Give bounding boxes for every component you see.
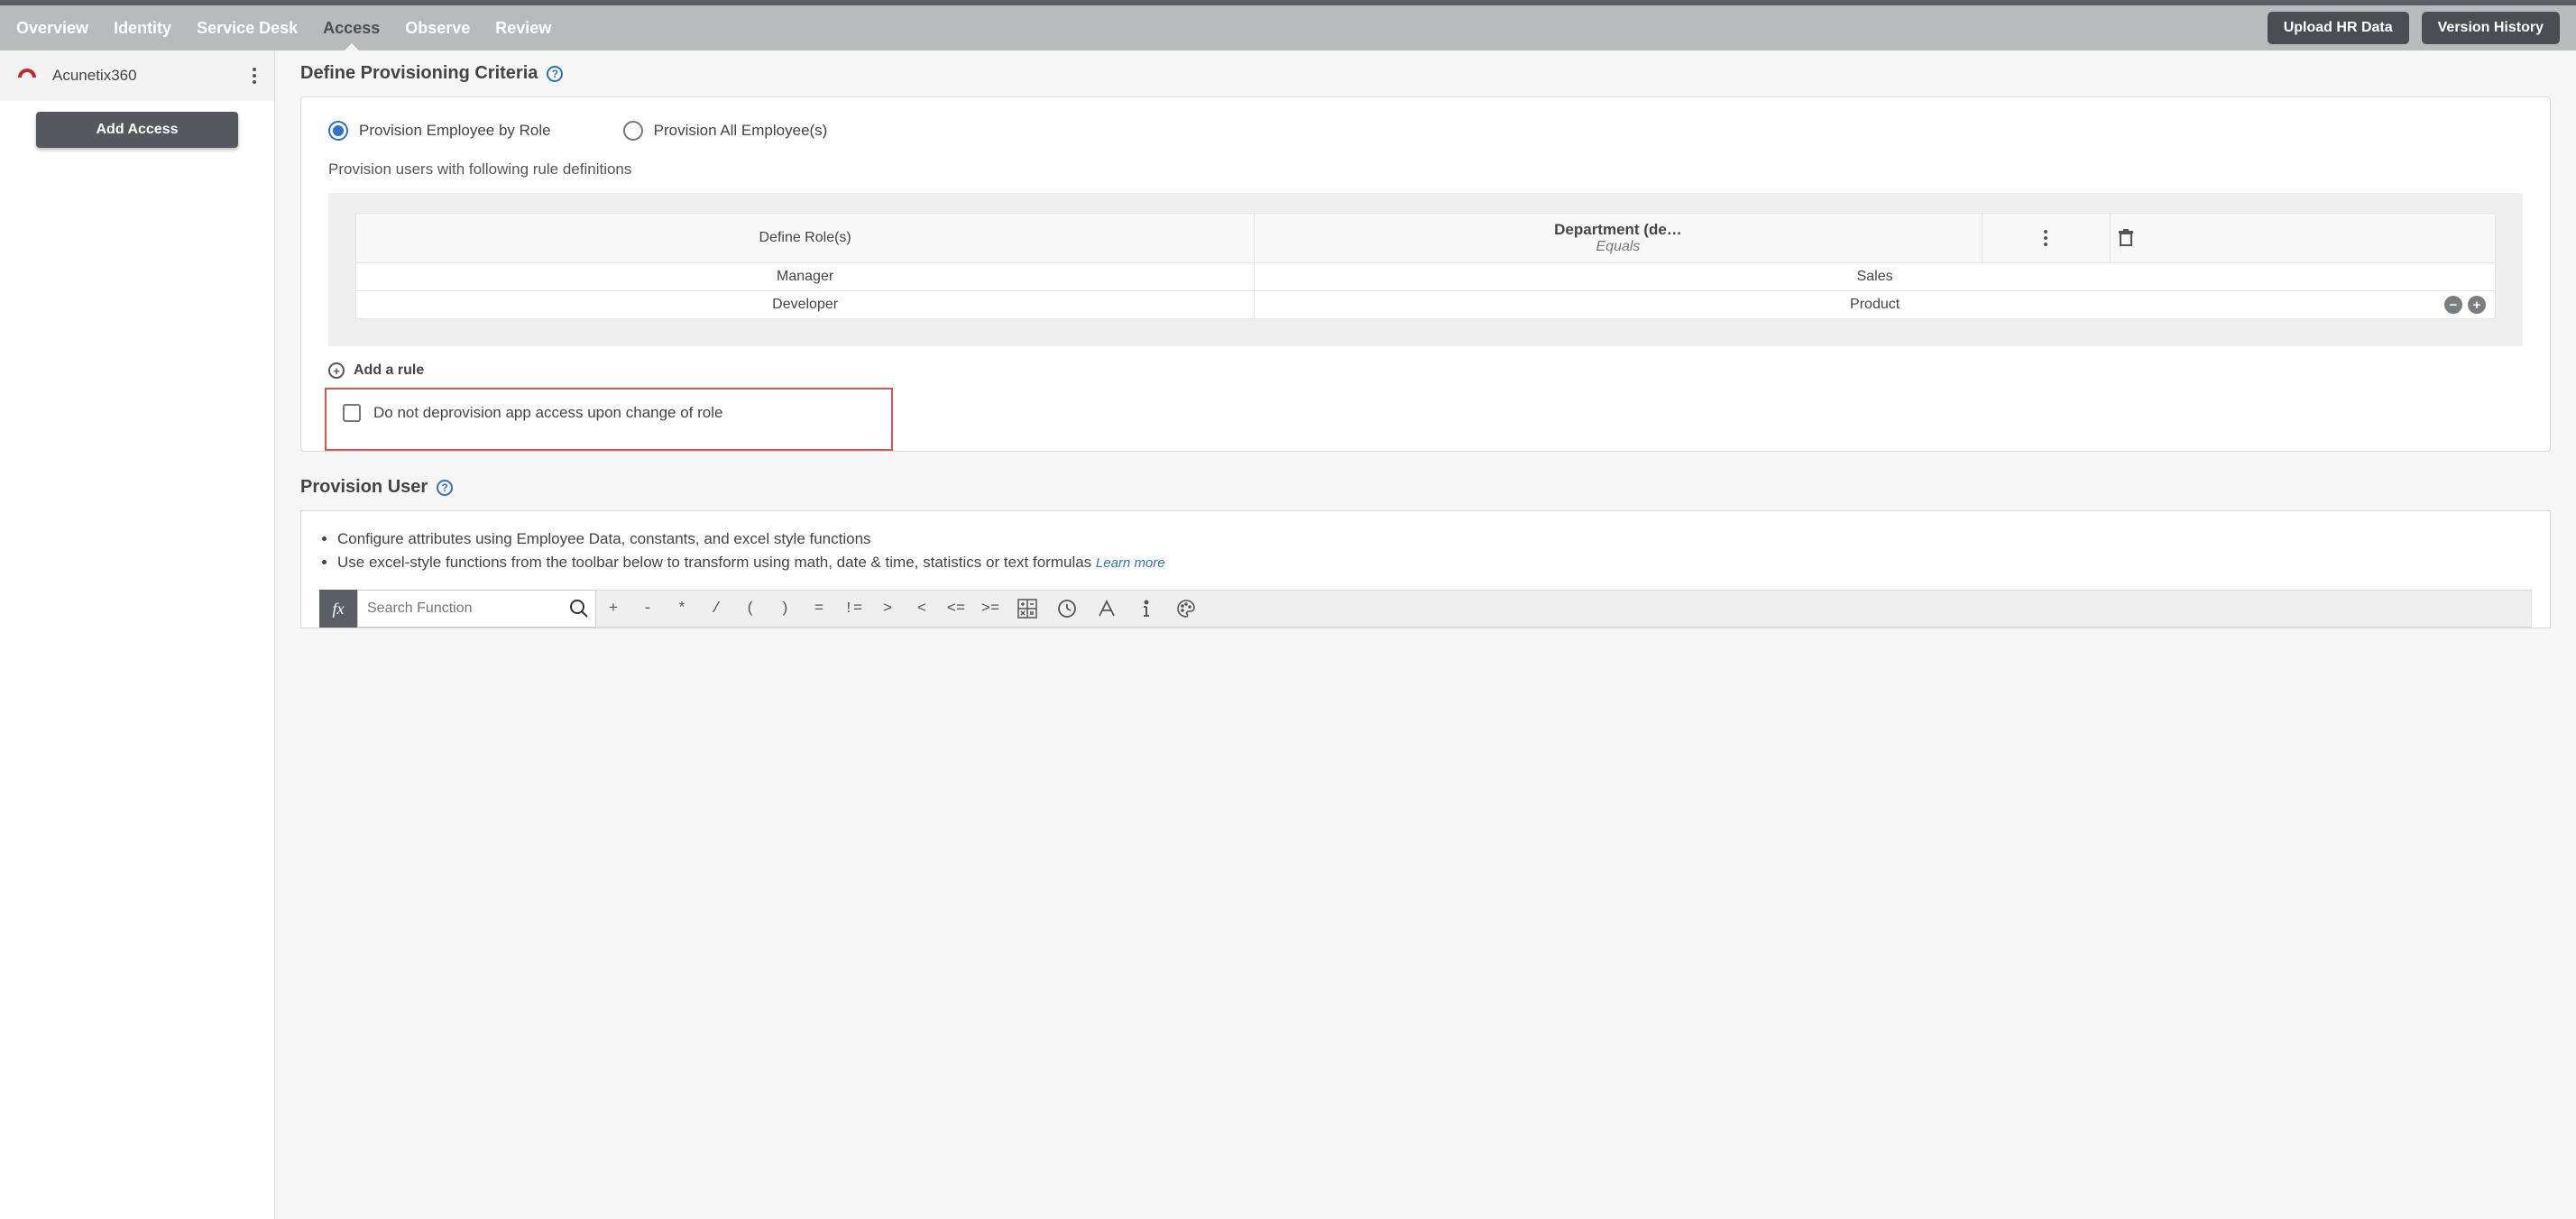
section-criteria-title: Define Provisioning Criteria <box>300 63 538 84</box>
rule-table: Define Role(s) Department (de… Equals <box>355 213 2496 319</box>
rule-block: Define Role(s) Department (de… Equals <box>328 193 2523 346</box>
nav-tabs: Overview Identity Service Desk Access Ob… <box>16 5 551 50</box>
rule-cell-role[interactable]: Manager <box>356 263 1255 291</box>
search-icon[interactable] <box>563 599 595 619</box>
deprovision-checkbox-label: Do not deprovision app access upon chang… <box>373 404 722 422</box>
clock-icon[interactable] <box>1047 598 1087 619</box>
op-gt[interactable]: > <box>870 600 905 618</box>
op-plus[interactable]: + <box>596 600 630 618</box>
operator-row: + - * / ( ) = != > < <= >= <box>596 590 2532 628</box>
provision-bullet-2-text: Use excel-style functions from the toolb… <box>337 554 1096 571</box>
op-equals[interactable]: = <box>802 600 836 618</box>
op-multiply[interactable]: * <box>665 600 699 618</box>
op-divide[interactable]: / <box>699 600 733 618</box>
provision-mode-radios: Provision Employee by Role Provision All… <box>328 121 2523 141</box>
rule-row-actions: − + <box>2444 296 2486 314</box>
column-menu-icon[interactable] <box>1990 226 2102 250</box>
rule-cell-cond-text: Product <box>1850 297 1900 312</box>
section-criteria-header: Define Provisioning Criteria ? <box>300 63 2551 84</box>
provision-instructions: Configure attributes using Employee Data… <box>319 527 2532 573</box>
nav-tab-service-desk[interactable]: Service Desk <box>197 5 298 50</box>
provision-help-icon[interactable]: ? <box>437 480 453 496</box>
rule-cell-cond[interactable]: Sales <box>1255 263 2496 291</box>
rule-cell-role[interactable]: Developer <box>356 291 1255 319</box>
provision-panel: Configure attributes using Employee Data… <box>300 510 2551 628</box>
op-gte[interactable]: >= <box>973 600 1007 618</box>
learn-more-link[interactable]: Learn more <box>1096 555 1165 571</box>
fx-toolbar: fx + - * / ( ) <box>319 590 2532 628</box>
section-provision-header: Provision User ? <box>300 477 2551 498</box>
plus-circle-icon: + <box>328 362 345 379</box>
sidebar-app-name: Acunetix360 <box>52 67 236 85</box>
nav-tab-identity[interactable]: Identity <box>114 5 171 50</box>
radio-checked-icon <box>328 121 348 141</box>
op-paren-open[interactable]: ( <box>733 600 768 618</box>
rule-col-role: Define Role(s) <box>356 214 1255 263</box>
radio-provision-by-role[interactable]: Provision Employee by Role <box>328 121 551 141</box>
nav-tab-review[interactable]: Review <box>495 5 551 50</box>
palette-icon[interactable] <box>1166 598 1206 619</box>
section-provision-title: Provision User <box>300 477 428 498</box>
content-area: Define Provisioning Criteria ? Provision… <box>275 50 2576 1219</box>
rule-col-condition-op: Equals <box>1262 239 1973 255</box>
rule-col-condition[interactable]: Department (de… Equals <box>1255 214 1982 263</box>
main-nav: Overview Identity Service Desk Access Ob… <box>0 5 2576 50</box>
add-rule-button[interactable]: + Add a rule <box>328 362 2523 379</box>
checkbox-unchecked-icon[interactable] <box>343 404 361 422</box>
deprovision-checkbox-row[interactable]: Do not deprovision app access upon chang… <box>325 388 893 451</box>
op-lt[interactable]: < <box>905 600 939 618</box>
main-layout: Acunetix360 Add Access Define Provisioni… <box>0 50 2576 1219</box>
info-icon[interactable] <box>1127 598 1166 619</box>
fx-search-wrap <box>357 590 596 628</box>
fx-icon: fx <box>319 590 357 628</box>
add-access-button[interactable]: Add Access <box>36 112 238 148</box>
radio-provision-all[interactable]: Provision All Employee(s) <box>623 121 828 141</box>
rule-col-delete[interactable] <box>2111 214 2496 263</box>
rule-cell-cond[interactable]: Product − + <box>1255 291 2496 319</box>
upload-hr-data-button[interactable]: Upload HR Data <box>2268 12 2409 44</box>
sidebar-app-row[interactable]: Acunetix360 <box>0 50 274 101</box>
provision-bullet-2: Use excel-style functions from the toolb… <box>337 551 2532 574</box>
criteria-panel: Provision Employee by Role Provision All… <box>300 96 2551 452</box>
sidebar-app-menu-icon[interactable] <box>249 64 260 87</box>
nav-tab-access[interactable]: Access <box>323 5 380 50</box>
nav-tab-overview[interactable]: Overview <box>16 5 88 50</box>
sidebar: Acunetix360 Add Access <box>0 50 275 1219</box>
radio-label-all: Provision All Employee(s) <box>654 122 828 140</box>
criteria-help-icon[interactable]: ? <box>547 66 563 82</box>
op-minus[interactable]: - <box>630 600 665 618</box>
op-lte[interactable]: <= <box>939 600 973 618</box>
op-not-equals[interactable]: != <box>836 600 870 618</box>
acunetix-logo-icon <box>14 63 40 88</box>
provision-bullet-1: Configure attributes using Employee Data… <box>337 527 2532 551</box>
rule-row[interactable]: Developer Product − + <box>356 291 2496 319</box>
version-history-button[interactable]: Version History <box>2422 12 2560 44</box>
radio-unchecked-icon <box>623 121 643 141</box>
function-search-input[interactable] <box>358 591 563 627</box>
nav-buttons: Upload HR Data Version History <box>2268 12 2560 44</box>
add-row-icon[interactable]: + <box>2468 296 2486 314</box>
op-paren-close[interactable]: ) <box>768 600 802 618</box>
trash-icon[interactable] <box>2118 229 2488 247</box>
text-font-icon[interactable] <box>1087 598 1127 619</box>
rule-col-condition-field: Department (de… <box>1262 221 1973 239</box>
radio-label-by-role: Provision Employee by Role <box>359 122 551 140</box>
rule-row[interactable]: Manager Sales <box>356 263 2496 291</box>
rule-caption: Provision users with following rule defi… <box>328 160 2523 179</box>
rule-col-menu[interactable] <box>1982 214 2110 263</box>
remove-row-icon[interactable]: − <box>2444 296 2462 314</box>
nav-tab-observe[interactable]: Observe <box>405 5 470 50</box>
math-group-icon[interactable] <box>1007 598 1047 619</box>
add-rule-label: Add a rule <box>354 362 424 379</box>
